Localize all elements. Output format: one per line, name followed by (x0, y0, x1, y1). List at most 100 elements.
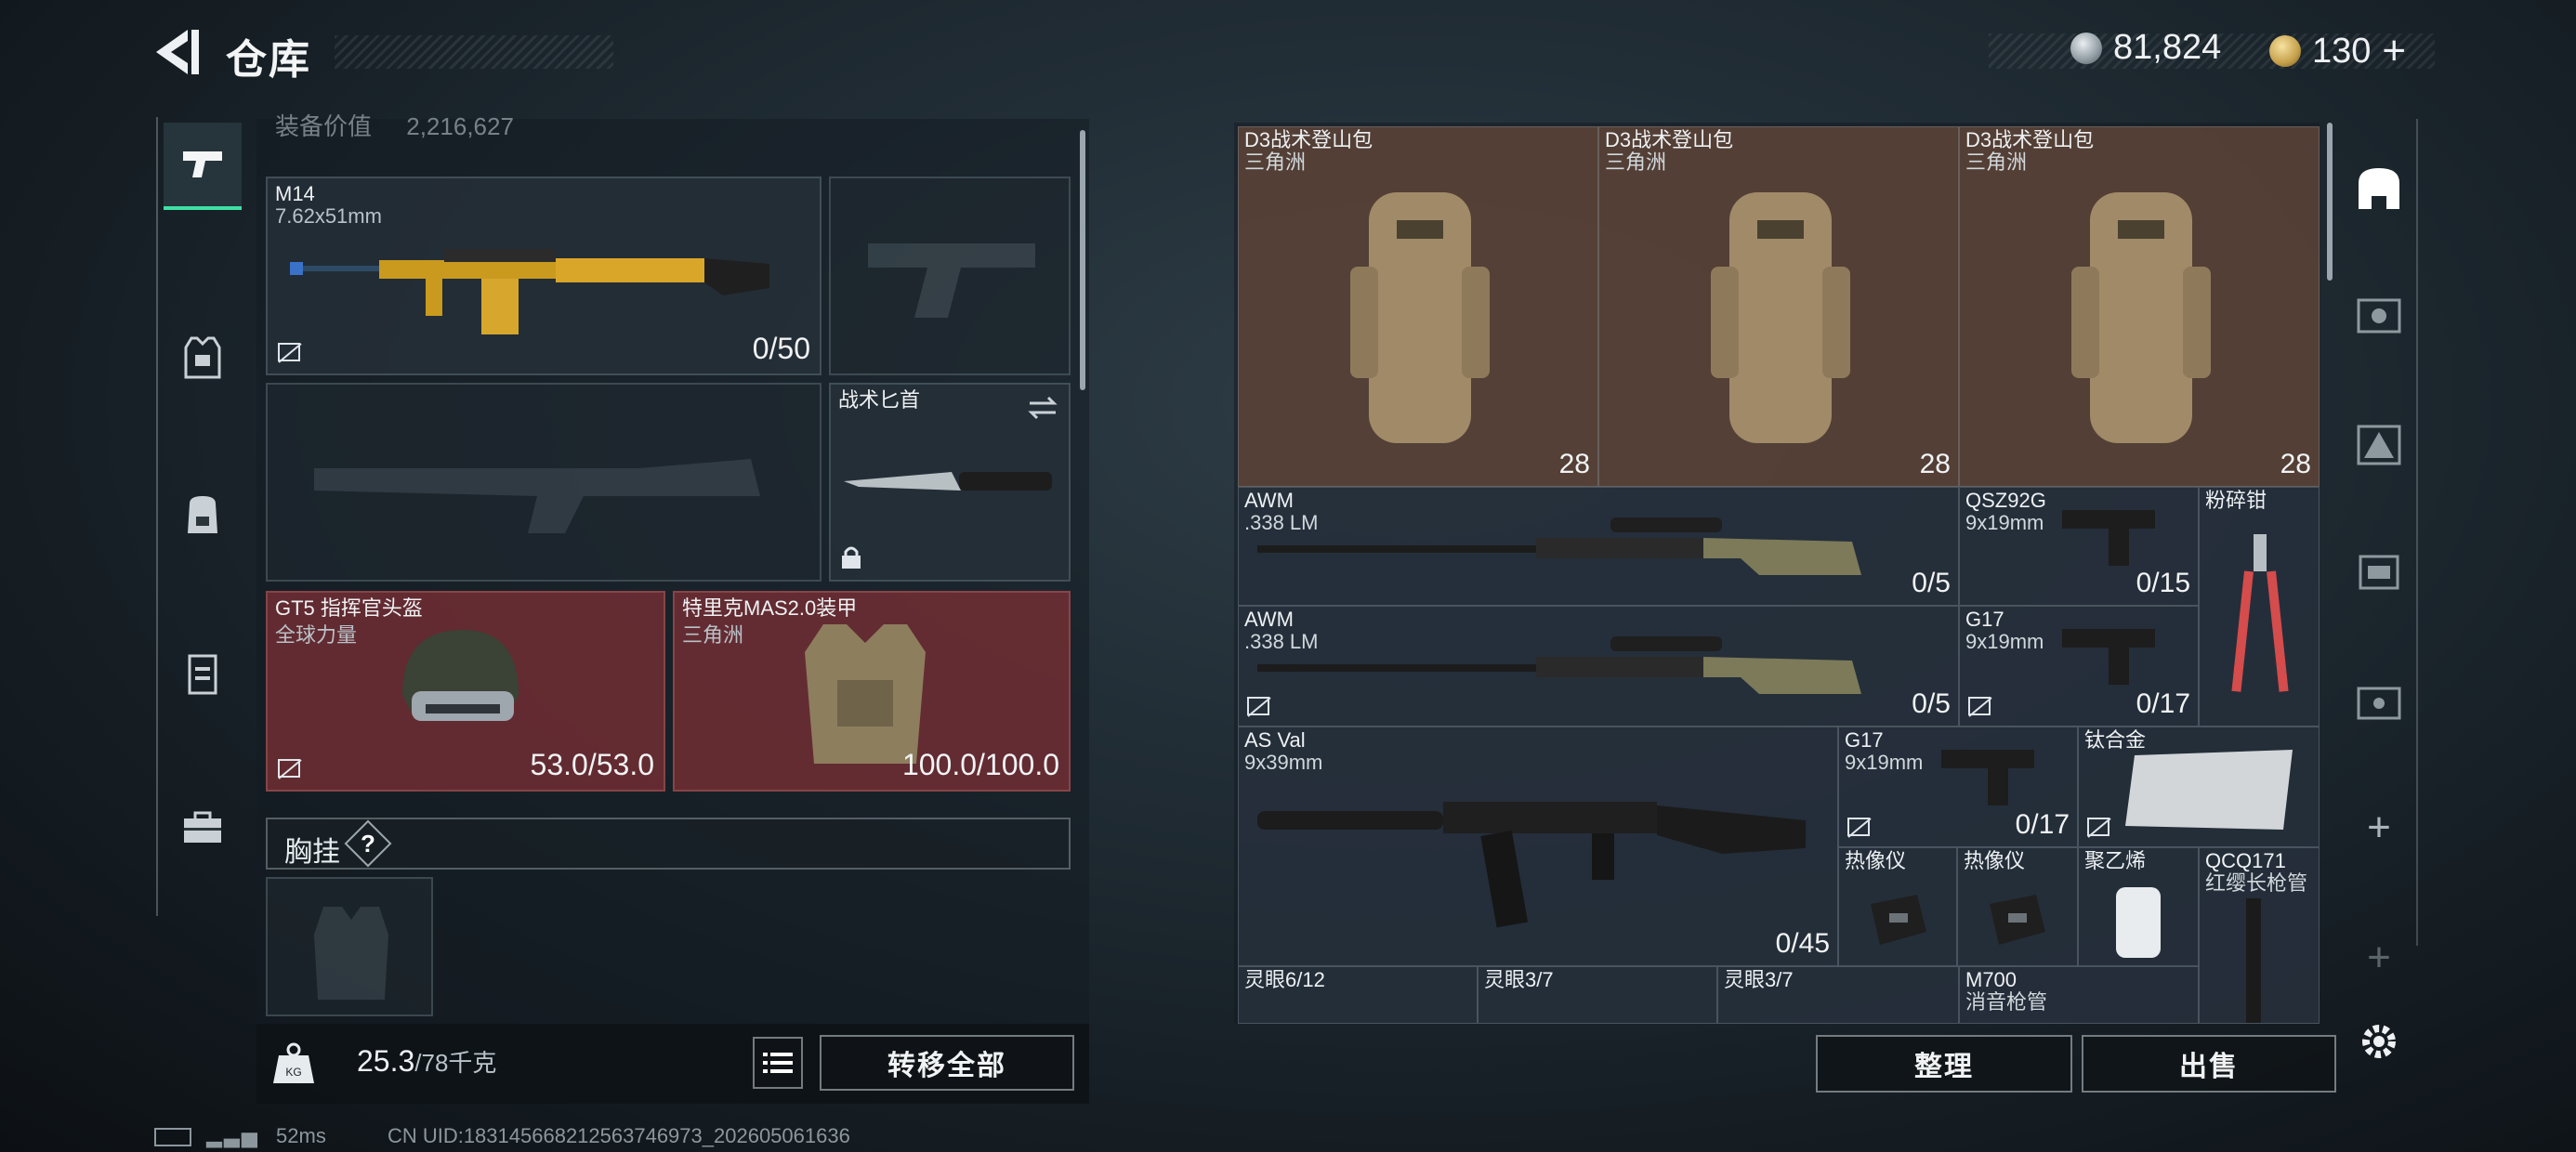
gold-amount: 130 (2312, 31, 2372, 71)
add-currency-icon[interactable]: + (2382, 28, 2406, 74)
stash-item-m700-barrel[interactable]: M700 消音枪管 (1959, 966, 2199, 1024)
stash-item-awm[interactable]: AWM .338 LM 0/5 (1238, 487, 1959, 606)
pistol-icon (183, 151, 222, 177)
secondary-weapon-slot[interactable] (266, 383, 821, 582)
pistol-silhouette-icon (868, 243, 1035, 318)
svg-text:KG: KG (285, 1066, 301, 1079)
chest-rig-slot[interactable] (266, 877, 433, 1016)
stash-tab-icon (2357, 298, 2401, 334)
knife-icon (844, 472, 1052, 491)
m14-rifle-icon (290, 249, 769, 334)
stash-item-awm[interactable]: AWM .338 LM 0/5 (1238, 606, 1959, 727)
transfer-all-button[interactable]: 转移全部 (820, 1035, 1074, 1091)
stash-item-scope[interactable]: 灵眼3/7 (1717, 966, 1959, 1024)
pistol-item-icon (2062, 629, 2155, 685)
back-arrow-icon (156, 30, 199, 74)
weight-readout: 25.3/78千克 (357, 1044, 497, 1078)
silver-currency: 81,824 (2070, 28, 2221, 68)
stash-tab-icon (2359, 555, 2399, 590)
silver-coin-icon (2070, 32, 2102, 64)
stash-item-qsz92g[interactable]: QSZ92G 9x19mm 0/15 (1959, 487, 2199, 606)
sniper-rifle-icon (1257, 636, 1861, 694)
stash-item-polyethylene[interactable]: 聚乙烯 (2078, 847, 2199, 966)
stash-item-backpack[interactable]: D3战术登山包 三角洲 28 (1238, 126, 1598, 487)
tab-armor[interactable] (164, 316, 242, 399)
back-button[interactable] (149, 26, 214, 82)
gold-coin-icon (2269, 35, 2301, 67)
rig-silhouette-icon (314, 907, 388, 1000)
help-icon[interactable]: ? (344, 819, 392, 868)
titanium-sheet-icon (2125, 750, 2293, 830)
no-insure-icon (1247, 697, 1271, 717)
thermal-imager-icon (1871, 895, 1926, 945)
backpack-item-icon (1350, 192, 1490, 443)
tab-toolbox[interactable] (164, 786, 242, 870)
stash-item-scope[interactable]: 灵眼3/7 (1478, 966, 1717, 1024)
battery-icon (154, 1128, 191, 1147)
chest-rig-label: 胸挂 (284, 837, 340, 868)
helmet-icon (402, 630, 519, 721)
stash-page-3[interactable] (2351, 412, 2407, 478)
stash-page-5[interactable] (2351, 669, 2407, 734)
stash-item-g17[interactable]: G17 9x19mm 0/17 (1838, 727, 2078, 847)
tab-container[interactable] (164, 632, 242, 715)
helmet-slot[interactable]: GT5 指挥官头盔 全球力量 53.0/53.0 (266, 591, 665, 792)
silver-amount: 81,824 (2113, 28, 2222, 67)
stash-item-scope[interactable]: 灵眼6/12 (1238, 966, 1478, 1024)
toolbox-icon (184, 811, 221, 843)
equipment-value: 装备价值 2,216,627 (275, 112, 514, 140)
stash-page-1[interactable] (2351, 156, 2407, 221)
stash-item-backpack[interactable]: D3战术登山包 三角洲 28 (1959, 126, 2320, 487)
tab-backpack[interactable] (164, 472, 242, 556)
chest-rig-row[interactable]: 胸挂 ? (266, 818, 1071, 870)
sniper-rifle-icon (1257, 517, 1861, 575)
stash-item-thermal-imager[interactable]: 热像仪 (1838, 847, 1957, 966)
ping: 52ms (276, 1124, 326, 1147)
tab-weapons[interactable] (164, 123, 242, 210)
weight-icon: KG (269, 1039, 318, 1087)
no-insure-icon (1968, 697, 1992, 717)
stash-tab-icon (2357, 425, 2401, 465)
no-insure-icon (2087, 818, 2111, 838)
sell-button[interactable]: 出售 (2082, 1035, 2336, 1093)
gear-icon (2362, 1025, 2396, 1058)
swap-icon[interactable] (1026, 394, 1059, 422)
page-title: 仓库 (226, 37, 311, 83)
backpack-item-icon (1711, 192, 1850, 443)
barrel-icon (2246, 898, 2261, 1023)
stash-item-g17[interactable]: G17 9x19mm 0/17 (1959, 606, 2199, 727)
as-val-rifle-icon (1257, 802, 1806, 928)
case-icon (188, 654, 217, 695)
gold-currency[interactable]: 130 + (2269, 28, 2406, 74)
stash-scrollbar[interactable] (2327, 123, 2333, 281)
primary-weapon-slot[interactable]: M14 7.62x51mm 0/50 (266, 177, 821, 375)
stash-item-thermal-imager[interactable]: 热像仪 (1957, 847, 2078, 966)
vest-icon (184, 336, 221, 379)
list-view-button[interactable] (753, 1037, 803, 1089)
pistol-item-icon (1941, 750, 2034, 805)
rifle-silhouette-icon (314, 459, 760, 533)
add-stash-page-button-disabled: + (2367, 935, 2391, 980)
settings-button[interactable] (2351, 1009, 2407, 1074)
signal-icon: ▂▃▅ (206, 1124, 259, 1147)
add-stash-page-button[interactable]: + (2351, 795, 2407, 860)
armor-slot[interactable]: 特里克MAS2.0装甲 三角洲 100.0/100.0 (673, 591, 1071, 792)
no-insure-icon (278, 343, 302, 363)
status-bar: ▂▃▅ 52ms CN UID:183145668212563746973_20… (154, 1124, 850, 1148)
stash-item-titanium[interactable]: 钛合金 (2078, 727, 2320, 847)
sidearm-slot[interactable] (829, 177, 1071, 375)
stash-item-bolt-cutter[interactable]: 粉碎钳 (2199, 487, 2320, 727)
left-scrollbar[interactable] (1080, 130, 1085, 390)
stash-tab-icon (2357, 687, 2401, 720)
thermal-imager-icon (1990, 895, 2045, 945)
stash-item-backpack[interactable]: D3战术登山包 三角洲 28 (1598, 126, 1959, 487)
lock-icon (842, 546, 861, 569)
stash-page-4[interactable] (2351, 539, 2407, 604)
bolt-cutter-icon (2231, 534, 2289, 692)
uid: CN UID:183145668212563746973_20260506163… (387, 1124, 850, 1147)
sort-button[interactable]: 整理 (1816, 1035, 2072, 1093)
stash-item-qcq171[interactable]: QCQ171 红缨长枪管 (2199, 847, 2320, 1024)
stash-page-2[interactable] (2351, 282, 2407, 347)
melee-slot[interactable]: 战术匕首 (829, 383, 1071, 582)
stash-item-as-val[interactable]: AS Val 9x39mm 0/45 (1238, 727, 1838, 966)
